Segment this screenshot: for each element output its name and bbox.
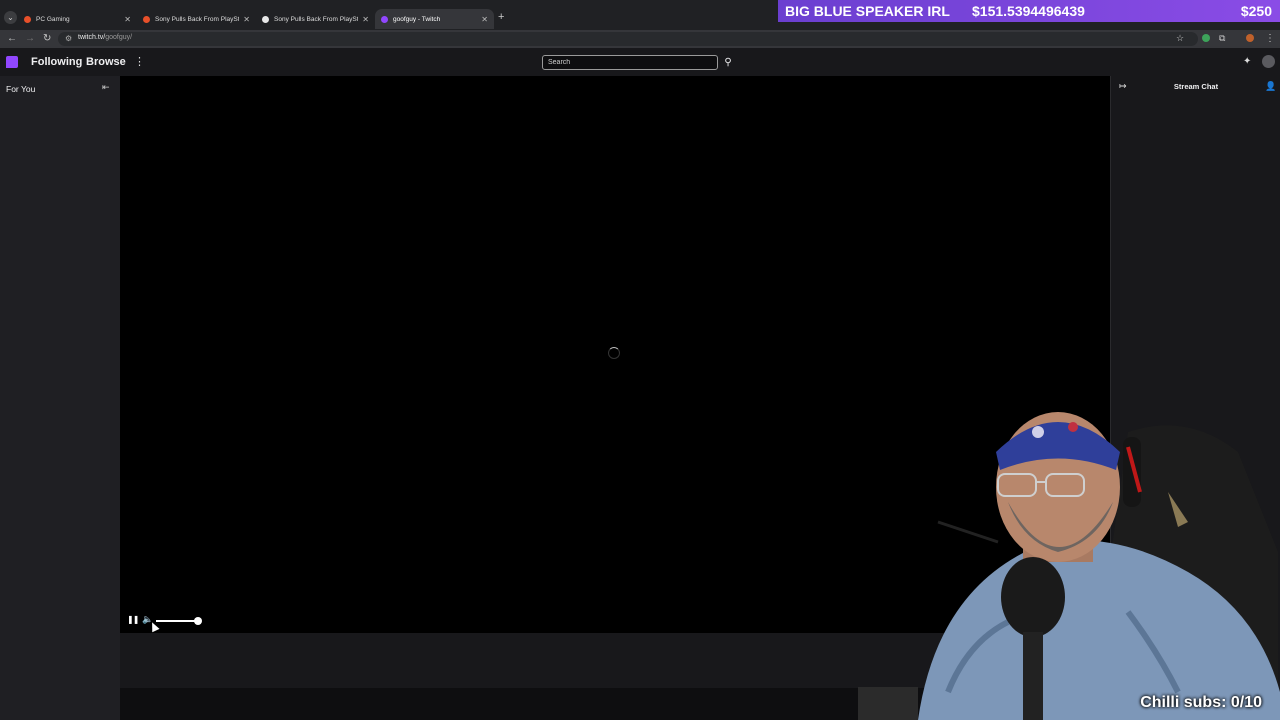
browser-tab[interactable]: Sony Pulls Back From PlayStatio ✕ <box>256 9 375 29</box>
search-icon[interactable]: ⚲ <box>720 55 736 70</box>
back-icon[interactable]: ← <box>7 33 17 44</box>
plus-icon[interactable]: + <box>498 11 504 23</box>
url-field[interactable]: ⚙ twitch.tv/goofguy/ <box>58 32 1198 46</box>
tab-search-icon[interactable]: ⌄ <box>4 11 17 24</box>
url-domain: twitch.tv/ <box>78 34 106 41</box>
avatar[interactable] <box>1262 55 1275 68</box>
collapse-icon[interactable]: ⇤ <box>102 82 110 93</box>
close-icon[interactable]: ✕ <box>243 15 250 24</box>
url-text: twitch.tv/goofguy/ <box>78 34 132 41</box>
volume-slider[interactable] <box>156 617 202 625</box>
volume-knob[interactable] <box>193 617 202 625</box>
twitch-logo-icon[interactable] <box>6 56 18 68</box>
extensions-icon[interactable]: ⧉ <box>1219 33 1225 44</box>
reload-icon[interactable]: ↻ <box>43 33 51 44</box>
tab-favicon-icon <box>24 15 31 23</box>
browser-tab[interactable]: Sony Pulls Back From PlayStatio ✕ <box>137 9 256 29</box>
tab-favicon-icon <box>143 15 150 23</box>
star-icon[interactable]: ☆ <box>1176 33 1184 44</box>
site-info-icon[interactable]: ⚙ <box>65 34 72 43</box>
close-icon[interactable]: ✕ <box>481 15 488 24</box>
webcam-image <box>858 412 1280 720</box>
forward-icon[interactable]: → <box>25 33 35 44</box>
left-sidebar: For You ⇤ <box>0 76 120 720</box>
close-icon[interactable]: ✕ <box>124 15 131 24</box>
nav-browse[interactable]: Browse <box>86 56 126 68</box>
nav-following[interactable]: Following <box>31 56 82 68</box>
more-icon[interactable]: ⋮ <box>134 55 145 68</box>
profile-extension-icon[interactable] <box>1246 34 1254 42</box>
donation-title: BIG BLUE SPEAKER IRL <box>785 3 950 19</box>
browser-tab[interactable]: PC Gaming ✕ <box>18 9 137 29</box>
donation-goal: $250 <box>1240 3 1272 19</box>
tab-title: PC Gaming <box>36 15 70 23</box>
more-icon[interactable]: ⋮ <box>1265 33 1275 44</box>
tab-title: goofguy - Twitch <box>393 15 441 23</box>
address-bar: ← → ↻ ⚙ twitch.tv/goofguy/ ☆ ⧉ ⋮ <box>0 30 1280 48</box>
donation-goal-banner: BIG BLUE SPEAKER IRL $151.5394496439 $25… <box>778 0 1280 22</box>
tab-favicon-icon <box>262 15 269 23</box>
spinner-icon <box>608 347 620 359</box>
webcam-overlay <box>858 392 1280 720</box>
url-path: goofguy/ <box>105 34 133 41</box>
shield-extension-icon[interactable] <box>1202 34 1210 42</box>
pause-icon[interactable]: ❚❚ <box>127 615 139 624</box>
volume-fill <box>156 620 198 622</box>
chat-title: Stream Chat <box>1173 82 1219 91</box>
tab-title: Sony Pulls Back From PlayStatio <box>155 15 239 23</box>
prime-icon[interactable]: ✦ <box>1243 56 1251 67</box>
donation-amount: $151.5394496439 <box>972 3 1085 19</box>
browser-tab-active[interactable]: goofguy - Twitch ✕ <box>375 9 494 29</box>
twitch-top-nav: Following Browse ⋮ ⚲ ✦ <box>0 48 1280 76</box>
tab-favicon-icon <box>381 15 388 23</box>
search-input[interactable] <box>542 55 718 70</box>
subs-counter: Chilli subs: 0/10 <box>1140 694 1262 711</box>
sidebar-heading-for-you: For You <box>6 84 36 94</box>
users-icon[interactable]: 👤 <box>1265 81 1276 92</box>
close-icon[interactable]: ✕ <box>362 15 369 24</box>
tab-title: Sony Pulls Back From PlayStatio <box>274 15 358 23</box>
